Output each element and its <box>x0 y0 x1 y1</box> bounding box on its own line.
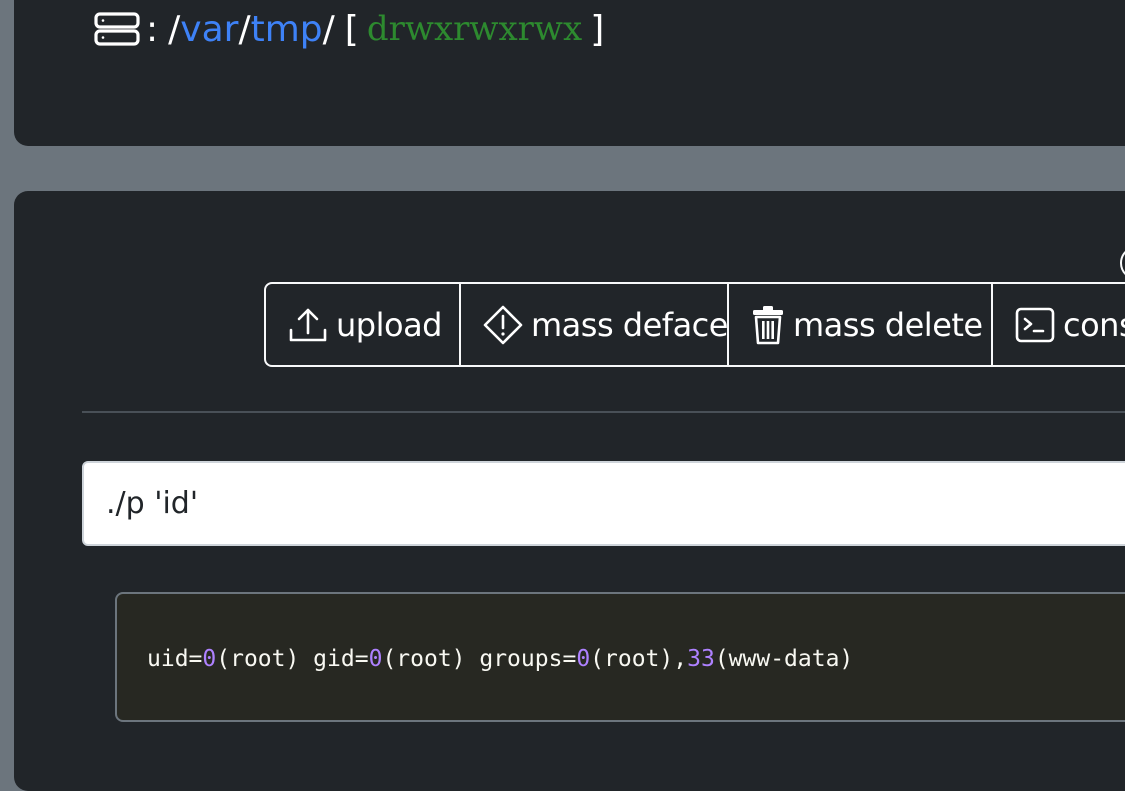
upload-icon <box>289 308 327 341</box>
terminal-icon <box>1015 307 1055 342</box>
output-number: 0 <box>202 646 217 672</box>
output-number: 33 <box>687 646 715 672</box>
output-text: (root), <box>590 646 688 672</box>
console-label: cons <box>1063 305 1125 344</box>
path-segment-tmp[interactable]: tmp <box>251 9 323 50</box>
command-input[interactable] <box>82 461 1125 546</box>
output-number: 0 <box>368 646 383 672</box>
output-text: uid= <box>147 646 203 672</box>
upload-button[interactable]: upload <box>266 284 461 365</box>
output-text: (root) gid= <box>216 646 369 672</box>
permission-close-bracket: ] <box>590 8 605 50</box>
output-number: 0 <box>576 646 591 672</box>
mass-delete-button[interactable]: mass delete <box>729 284 993 365</box>
path-card: : / var / tmp / [ drwxrwxrwx ] <box>14 0 1125 146</box>
path-root-link[interactable]: / <box>168 9 180 50</box>
divider <box>82 411 1125 413</box>
mass-deface-label: mass deface <box>531 305 728 344</box>
command-output: uid=0(root) gid=0(root) groups=0(root),3… <box>115 592 1125 722</box>
output-text: (root) groups= <box>382 646 577 672</box>
console-button[interactable]: cons <box>993 284 1125 365</box>
mass-delete-label: mass delete <box>793 305 983 344</box>
trash-icon <box>753 305 783 344</box>
command-output-text: uid=0(root) gid=0(root) groups=0(root),3… <box>147 646 853 672</box>
path-segment-var[interactable]: var <box>180 9 238 50</box>
server-icon <box>94 12 140 46</box>
permission-open-bracket: [ <box>344 8 359 50</box>
permission-string: drwxrwxrwx <box>366 9 583 49</box>
warning-diamond-icon <box>483 305 523 344</box>
path-trailing-separator: / <box>322 8 335 50</box>
upload-label: upload <box>336 305 442 344</box>
path-colon: : <box>146 8 159 50</box>
action-toolbar: upload mass deface mass delete cons <box>264 282 1125 367</box>
output-text: (www-data) <box>714 646 854 672</box>
path-separator: / <box>238 8 251 50</box>
mass-deface-button[interactable]: mass deface <box>461 284 729 365</box>
current-path: : / var / tmp / [ drwxrwxrwx ] <box>94 7 604 51</box>
